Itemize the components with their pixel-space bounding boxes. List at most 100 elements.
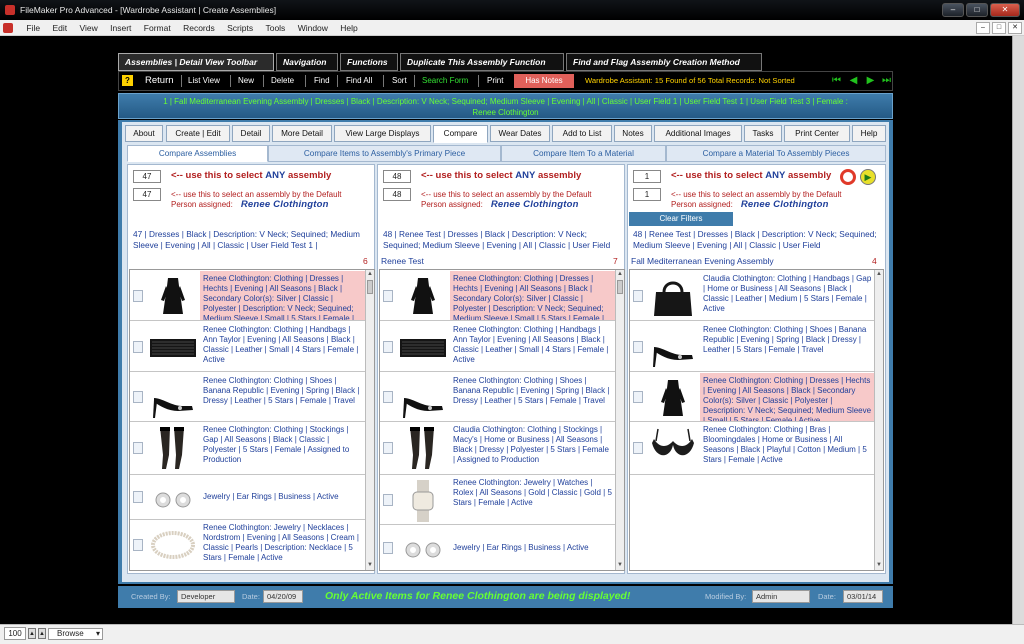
open-item-icon[interactable] bbox=[383, 340, 393, 353]
assembly-any-select[interactable]: 48 bbox=[383, 170, 411, 183]
subtab-compare-material-pieces[interactable]: Compare a Material To Assembly Pieces bbox=[666, 145, 886, 162]
scroll-thumb[interactable] bbox=[617, 280, 623, 294]
assembly-any-select[interactable]: 47 bbox=[133, 170, 161, 183]
modified-by-field[interactable]: Admin bbox=[752, 590, 810, 603]
maximize-button[interactable]: □ bbox=[966, 3, 988, 17]
last-record-icon[interactable]: ⏭ bbox=[881, 75, 892, 87]
first-record-icon[interactable]: ⏮ bbox=[831, 75, 842, 87]
close-button[interactable]: ✕ bbox=[990, 3, 1020, 17]
tab-view-large-displays[interactable]: View Large Displays bbox=[334, 125, 431, 142]
scroll-down-icon[interactable]: ▼ bbox=[875, 561, 883, 570]
list-item[interactable]: Renee Clothington: Clothing | Shoes | Ba… bbox=[380, 373, 616, 422]
find-all-button[interactable]: Find All bbox=[346, 72, 372, 90]
open-item-icon[interactable] bbox=[383, 493, 393, 506]
sort-button[interactable]: Sort bbox=[392, 72, 407, 90]
tooltab-duplicate[interactable]: Duplicate This Assembly Function bbox=[400, 53, 564, 71]
list-item[interactable]: Renee Clothington: Jewelry | Necklaces |… bbox=[130, 520, 366, 570]
list-scrollbar[interactable]: ▲ ▼ bbox=[615, 270, 624, 570]
scroll-up-icon[interactable]: ▲ bbox=[366, 270, 374, 279]
menu-format[interactable]: Format bbox=[144, 20, 171, 36]
delete-button[interactable]: Delete bbox=[271, 72, 294, 90]
scroll-down-icon[interactable]: ▼ bbox=[616, 561, 624, 570]
scroll-up-icon[interactable]: ▲ bbox=[616, 270, 624, 279]
zoom-out-icon[interactable]: ▲ bbox=[28, 628, 36, 639]
subtab-compare-items-primary[interactable]: Compare Items to Assembly's Primary Piec… bbox=[268, 145, 501, 162]
list-scrollbar[interactable]: ▲ ▼ bbox=[365, 270, 374, 570]
list-scrollbar[interactable]: ▲ ▼ bbox=[874, 270, 883, 570]
open-item-icon[interactable] bbox=[633, 442, 643, 454]
open-item-icon[interactable] bbox=[383, 442, 393, 454]
tab-additional-images[interactable]: Additional Images bbox=[654, 125, 742, 142]
list-item[interactable]: Renee Clothington: Clothing | Handbags |… bbox=[380, 322, 616, 372]
tab-compare[interactable]: Compare bbox=[433, 125, 488, 143]
assembly-default-select[interactable]: 1 bbox=[633, 188, 661, 201]
created-date-field[interactable]: 04/20/09 bbox=[263, 590, 303, 603]
search-form-button[interactable]: Search Form bbox=[422, 72, 468, 90]
list-item[interactable]: Renee Clothington: Clothing | Shoes | Ba… bbox=[630, 322, 875, 372]
open-item-icon[interactable] bbox=[383, 541, 393, 554]
tab-help[interactable]: Help bbox=[852, 125, 886, 142]
list-item[interactable]: Renee Clothington: Clothing | Handbags |… bbox=[130, 322, 366, 372]
assembly-any-select[interactable]: 1 bbox=[633, 170, 661, 183]
print-button[interactable]: Print bbox=[487, 72, 503, 90]
scroll-up-icon[interactable]: ▲ bbox=[875, 270, 883, 279]
menu-view[interactable]: View bbox=[79, 20, 97, 36]
menu-insert[interactable]: Insert bbox=[110, 20, 131, 36]
list-item[interactable]: Renee Clothington: Clothing | Dresses | … bbox=[630, 373, 875, 422]
prev-record-icon[interactable]: ◀ bbox=[848, 75, 859, 87]
clear-filters-button[interactable]: Clear Filters bbox=[629, 212, 733, 226]
lifebuoy-icon[interactable] bbox=[840, 169, 856, 185]
tab-print-center[interactable]: Print Center bbox=[784, 125, 850, 142]
tooltab-functions[interactable]: Functions bbox=[340, 53, 398, 71]
has-notes-button[interactable]: Has Notes bbox=[514, 74, 574, 88]
scroll-thumb[interactable] bbox=[367, 280, 373, 294]
open-item-icon[interactable] bbox=[383, 391, 393, 403]
tab-about[interactable]: About bbox=[125, 125, 163, 142]
menu-tools[interactable]: Tools bbox=[265, 20, 285, 36]
zoom-in-icon[interactable]: ▲ bbox=[38, 628, 46, 639]
subtab-compare-assemblies[interactable]: Compare Assemblies bbox=[127, 145, 268, 162]
tab-detail[interactable]: Detail bbox=[232, 125, 270, 142]
open-item-icon[interactable] bbox=[633, 391, 643, 403]
list-item[interactable]: Claudia Clothington: Clothing | Handbags… bbox=[630, 271, 875, 321]
open-item-icon[interactable] bbox=[383, 289, 393, 302]
menu-records[interactable]: Records bbox=[183, 20, 215, 36]
menu-help[interactable]: Help bbox=[340, 20, 357, 36]
minimize-button[interactable]: – bbox=[942, 3, 964, 17]
return-button[interactable]: Return bbox=[145, 72, 174, 90]
tab-notes[interactable]: Notes bbox=[614, 125, 652, 142]
new-button[interactable]: New bbox=[238, 72, 254, 90]
mode-select[interactable]: Browse ▾ bbox=[48, 628, 103, 640]
open-item-icon[interactable] bbox=[633, 340, 643, 353]
zoom-level[interactable]: 100 bbox=[4, 627, 26, 640]
open-item-icon[interactable] bbox=[133, 289, 143, 302]
open-item-icon[interactable] bbox=[133, 442, 143, 454]
tab-tasks[interactable]: Tasks bbox=[744, 125, 782, 142]
menu-file[interactable]: File bbox=[26, 20, 40, 36]
modified-date-field[interactable]: 03/01/14 bbox=[843, 590, 883, 603]
doc-minimize-button[interactable]: – bbox=[976, 22, 990, 34]
next-record-icon[interactable]: ▶ bbox=[865, 75, 876, 87]
doc-close-button[interactable]: ✕ bbox=[1008, 22, 1022, 34]
assembly-default-select[interactable]: 47 bbox=[133, 188, 161, 201]
subtab-compare-item-material[interactable]: Compare Item To a Material bbox=[501, 145, 666, 162]
assembly-default-select[interactable]: 48 bbox=[383, 188, 411, 201]
list-item[interactable]: Jewelry | Ear Rings | Business | Active bbox=[380, 525, 616, 570]
tooltab-detail-toolbar[interactable]: Assemblies | Detail View Toolbar bbox=[118, 53, 274, 71]
open-item-icon[interactable] bbox=[633, 289, 643, 302]
menu-scripts[interactable]: Scripts bbox=[227, 20, 253, 36]
tab-wear-dates[interactable]: Wear Dates bbox=[490, 125, 550, 142]
go-icon[interactable]: ▶ bbox=[860, 169, 876, 185]
list-item[interactable]: Jewelry | Ear Rings | Business | Active bbox=[130, 475, 366, 520]
list-item[interactable]: Renee Clothington: Clothing | Stockings … bbox=[130, 422, 366, 475]
open-item-icon[interactable] bbox=[133, 391, 143, 403]
help-icon[interactable]: ? bbox=[122, 75, 133, 86]
open-item-icon[interactable] bbox=[133, 539, 143, 551]
tab-more-detail[interactable]: More Detail bbox=[272, 125, 332, 142]
created-by-field[interactable]: Developer bbox=[177, 590, 235, 603]
open-item-icon[interactable] bbox=[133, 340, 143, 353]
tab-add-to-list[interactable]: Add to List bbox=[552, 125, 612, 142]
list-item[interactable]: Claudia Clothington: Clothing | Stocking… bbox=[380, 422, 616, 475]
find-button[interactable]: Find bbox=[314, 72, 330, 90]
list-item[interactable]: Renee Clothington: Clothing | Dresses | … bbox=[380, 271, 616, 321]
